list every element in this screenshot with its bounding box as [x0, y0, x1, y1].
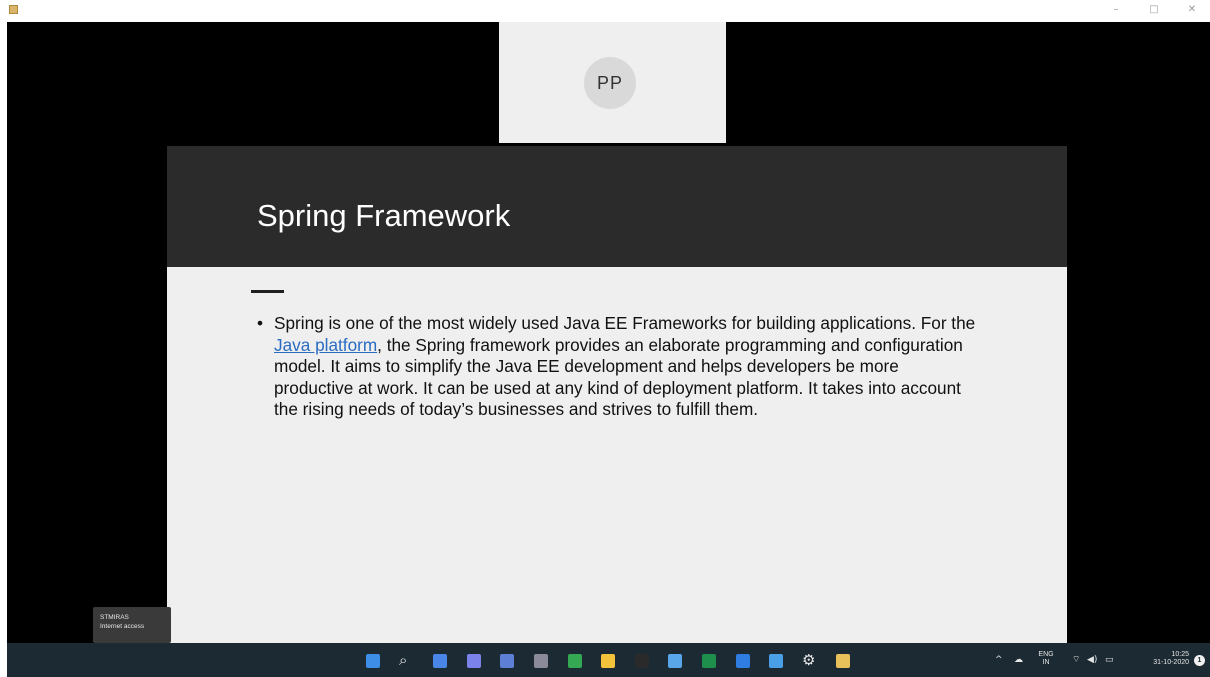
mail-icon[interactable]	[736, 654, 750, 668]
powerpoint-active-icon[interactable]	[836, 654, 850, 668]
taskbar: ⌕ ⚙ ^ ☁ ENG IN ⌔ ◀) ▭ 10:25 31-10-2020 1	[7, 643, 1210, 677]
participant-avatar: PP	[584, 57, 636, 109]
notepad-icon[interactable]	[668, 654, 682, 668]
onedrive-icon[interactable]: ☁	[1014, 655, 1023, 665]
meeting-app-icon[interactable]	[500, 654, 514, 668]
app-logo-icon	[9, 5, 18, 14]
window-titlebar: – □ ✕	[0, 0, 1210, 22]
close-button[interactable]: ✕	[1184, 3, 1200, 17]
network-name: STMIRAS	[100, 614, 129, 621]
language-region: IN	[1042, 659, 1050, 666]
slide-header: Spring Framework	[167, 146, 1067, 267]
clock[interactable]: 10:25 31-10-2020	[1133, 651, 1189, 667]
language-indicator[interactable]: ENG IN	[1035, 651, 1057, 667]
maximize-button[interactable]: □	[1146, 3, 1162, 17]
minimize-button[interactable]: –	[1108, 3, 1124, 17]
window-controls: – □ ✕	[1108, 3, 1200, 17]
bullet-item: • Spring is one of the most widely used …	[257, 313, 977, 421]
clock-date: 31-10-2020	[1153, 659, 1189, 666]
bullet-text-start: Spring is one of the most widely used Ja…	[274, 313, 976, 333]
start-icon[interactable]	[366, 654, 380, 668]
app-icon-6[interactable]	[534, 654, 548, 668]
chrome-icon[interactable]	[568, 654, 582, 668]
language-code: ENG	[1038, 651, 1054, 658]
shared-slide: Spring Framework • Spring is one of the …	[167, 146, 1067, 643]
bullet-text-end: , the Spring framework provides an elabo…	[274, 334, 963, 420]
settings-icon[interactable]: ⚙	[802, 651, 815, 669]
slide-accent-line	[251, 290, 284, 293]
bullet-marker: •	[257, 313, 264, 333]
network-status: Internet access	[100, 623, 145, 630]
slide-title: Spring Framework	[257, 198, 511, 233]
slide-body: • Spring is one of the most widely used …	[257, 313, 977, 421]
bullet-text: Spring is one of the most widely used Ja…	[274, 313, 977, 421]
battery-icon[interactable]: ▭	[1105, 655, 1114, 665]
notification-badge[interactable]: 1	[1194, 655, 1205, 666]
chat-icon[interactable]	[467, 654, 481, 668]
clock-time: 10:25	[1171, 651, 1189, 658]
tray-overflow-chevron[interactable]: ^	[995, 655, 1003, 665]
network-toast: STMIRAS Internet access	[93, 607, 171, 643]
task-view-icon[interactable]	[433, 654, 447, 668]
terminal-icon[interactable]	[635, 654, 649, 668]
file-explorer-icon[interactable]	[601, 654, 615, 668]
volume-icon[interactable]: ◀)	[1087, 655, 1097, 665]
excel-icon[interactable]	[702, 654, 716, 668]
photos-icon[interactable]	[769, 654, 783, 668]
wifi-icon[interactable]: ⌔	[1072, 655, 1080, 665]
java-platform-link[interactable]: Java platform	[274, 335, 377, 355]
search-icon[interactable]: ⌕	[399, 651, 407, 669]
